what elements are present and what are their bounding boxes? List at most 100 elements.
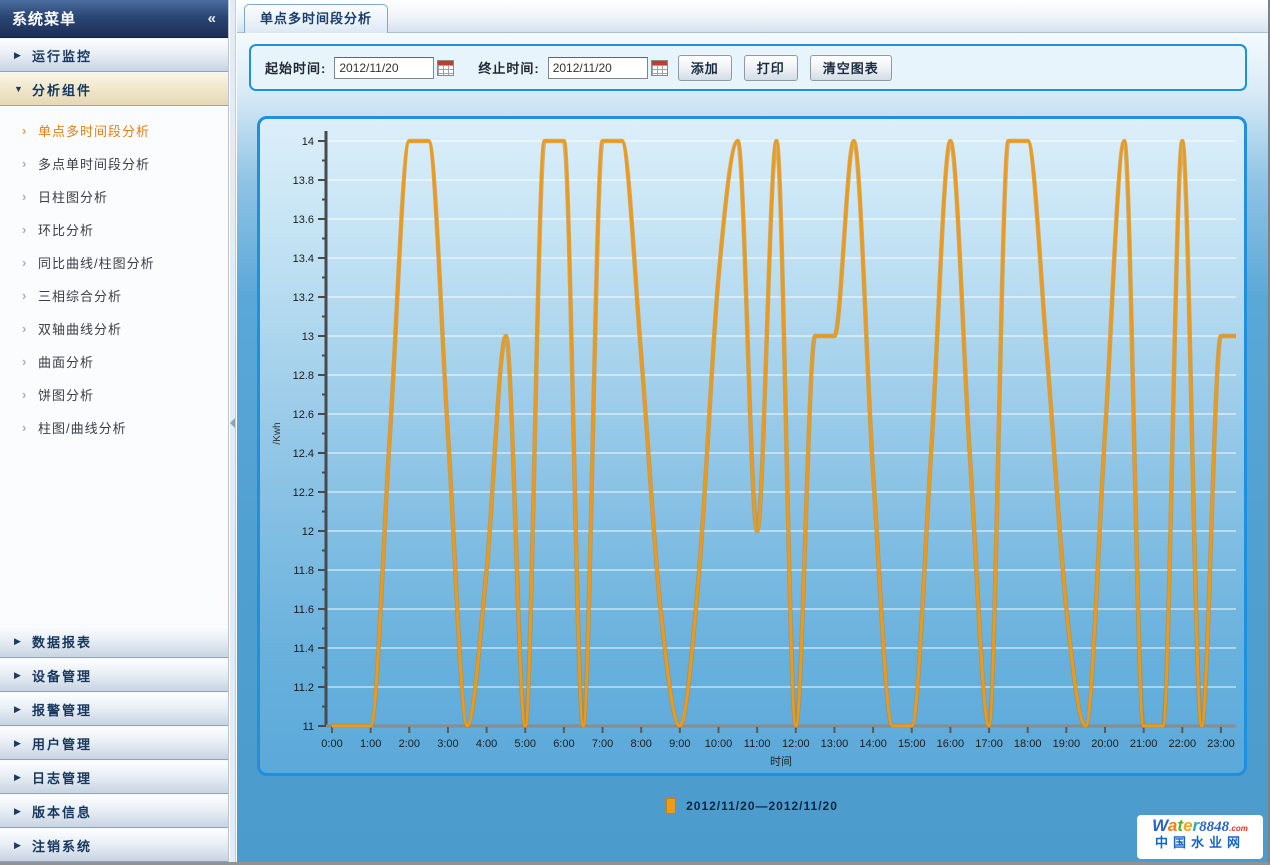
sidebar-section[interactable]: ▶报警管理	[0, 692, 228, 726]
add-button[interactable]: 添加	[678, 55, 732, 81]
svg-text:14:00: 14:00	[859, 738, 887, 750]
sidebar-section[interactable]: ▶设备管理	[0, 658, 228, 692]
sidebar-item[interactable]: ›三相综合分析	[0, 279, 228, 312]
svg-text:15:00: 15:00	[898, 738, 926, 750]
water8848-logo: Water8848.com 中国水业网	[1137, 815, 1263, 859]
sidebar-section-label: 分析组件	[32, 80, 92, 99]
logo-line1: Water8848.com	[1142, 816, 1258, 836]
chevron-right-icon: ›	[22, 423, 38, 433]
splitter-collapse-arrow-icon[interactable]	[230, 418, 235, 428]
sidebar-item[interactable]: ›环比分析	[0, 213, 228, 246]
svg-text:16:00: 16:00	[937, 738, 965, 750]
sidebar-section-label: 设备管理	[32, 666, 92, 685]
sidebar-section[interactable]: ▶数据报表	[0, 624, 228, 658]
svg-text:12.6: 12.6	[293, 409, 314, 421]
sidebar-section[interactable]: ▶运行监控	[0, 38, 228, 72]
sidebar-item-label: 日柱图分析	[38, 187, 108, 206]
sidebar-item[interactable]: ›饼图分析	[0, 378, 228, 411]
svg-text:13.4: 13.4	[293, 253, 314, 265]
sidebar-section-label: 运行监控	[32, 46, 92, 65]
sidebar-section-label: 数据报表	[32, 632, 92, 651]
svg-text:17:00: 17:00	[975, 738, 1003, 750]
sidebar-collapse-icon[interactable]: «	[208, 10, 216, 27]
print-button[interactable]: 打印	[744, 55, 798, 81]
calendar-icon[interactable]	[651, 60, 668, 76]
chevron-right-icon: ›	[22, 258, 38, 268]
sidebar-item-label: 柱图/曲线分析	[38, 418, 127, 437]
svg-text:14: 14	[302, 136, 314, 148]
sidebar-item-label: 环比分析	[38, 220, 94, 239]
svg-text:12.2: 12.2	[293, 487, 314, 499]
logo-letter: e	[1183, 816, 1192, 835]
sidebar-section[interactable]: ▶用户管理	[0, 726, 228, 760]
sidebar-item[interactable]: ›柱图/曲线分析	[0, 411, 228, 444]
calendar-icon[interactable]	[437, 60, 454, 76]
svg-text:11.6: 11.6	[293, 604, 314, 616]
sidebar-section-label: 报警管理	[32, 700, 92, 719]
chevron-right-icon: ›	[22, 126, 38, 136]
svg-text:11: 11	[303, 721, 314, 733]
svg-text:13.6: 13.6	[293, 214, 314, 226]
sidebar-item[interactable]: ›同比曲线/柱图分析	[0, 246, 228, 279]
triangle-right-icon: ▶	[14, 840, 32, 851]
svg-text:9:00: 9:00	[669, 738, 690, 750]
app-window: 系统菜单 « ▶运行监控▼分析组件 ›单点多时间段分析›多点单时间段分析›日柱图…	[0, 0, 1270, 865]
sidebar-splitter[interactable]	[230, 0, 236, 862]
sidebar-section[interactable]: ▼分析组件	[0, 72, 228, 106]
sidebar-item[interactable]: ›曲面分析	[0, 345, 228, 378]
sidebar-item[interactable]: ›多点单时间段分析	[0, 147, 228, 180]
end-time-input[interactable]	[548, 57, 648, 79]
triangle-right-icon: ▶	[14, 738, 32, 749]
tab-strip: 单点多时间段分析	[237, 0, 1268, 33]
sidebar-bottom-sections: ▶数据报表▶设备管理▶报警管理▶用户管理▶日志管理▶版本信息▶注销系统	[0, 624, 228, 862]
logo-8848-text: 8848	[1199, 819, 1229, 835]
sidebar-item[interactable]: ›单点多时间段分析	[0, 114, 228, 147]
clear-chart-button[interactable]: 清空图表	[810, 55, 892, 81]
logo-com-text: .com	[1229, 824, 1248, 833]
chevron-right-icon: ›	[22, 225, 38, 235]
sidebar: 系统菜单 « ▶运行监控▼分析组件 ›单点多时间段分析›多点单时间段分析›日柱图…	[0, 0, 229, 862]
svg-text:13: 13	[302, 331, 314, 343]
legend-swatch-icon	[666, 798, 676, 814]
svg-text:13.2: 13.2	[293, 292, 314, 304]
svg-text:时间: 时间	[770, 755, 792, 768]
svg-text:11.8: 11.8	[293, 565, 314, 577]
logo-letter: a	[1168, 816, 1177, 835]
sidebar-section[interactable]: ▶注销系统	[0, 828, 228, 862]
sidebar-section-label: 注销系统	[32, 836, 92, 855]
sidebar-item[interactable]: ›日柱图分析	[0, 180, 228, 213]
start-time-label: 起始时间:	[265, 58, 326, 77]
sidebar-item-label: 同比曲线/柱图分析	[38, 253, 155, 272]
svg-text:12: 12	[302, 526, 314, 538]
chart-panel: 1111.211.411.611.81212.212.412.612.81313…	[257, 116, 1247, 776]
triangle-right-icon: ▶	[14, 670, 32, 681]
svg-text:7:00: 7:00	[592, 738, 613, 750]
svg-text:13.8: 13.8	[293, 175, 314, 187]
svg-text:19:00: 19:00	[1053, 738, 1081, 750]
chevron-right-icon: ›	[22, 159, 38, 169]
svg-text:1:00: 1:00	[360, 738, 381, 750]
sidebar-item[interactable]: ›双轴曲线分析	[0, 312, 228, 345]
content-area: 起始时间: 终止时间: 添加 打印 清空图表 1111.211.411.611.…	[237, 33, 1268, 862]
triangle-right-icon: ▶	[14, 704, 32, 715]
end-time-label: 终止时间:	[478, 58, 539, 77]
triangle-right-icon: ▶	[14, 50, 32, 61]
svg-text:11.4: 11.4	[293, 643, 314, 655]
start-time-input[interactable]	[334, 57, 434, 79]
sidebar-header: 系统菜单 «	[0, 0, 228, 38]
tab-single-point-multi-period[interactable]: 单点多时间段分析	[244, 4, 388, 33]
chevron-right-icon: ›	[22, 357, 38, 367]
triangle-right-icon: ▶	[14, 806, 32, 817]
query-toolbar: 起始时间: 终止时间: 添加 打印 清空图表	[249, 44, 1247, 91]
sidebar-section[interactable]: ▶版本信息	[0, 794, 228, 828]
svg-text:13:00: 13:00	[821, 738, 849, 750]
svg-text:5:00: 5:00	[515, 738, 536, 750]
triangle-right-icon: ▶	[14, 636, 32, 647]
svg-text:11:00: 11:00	[744, 738, 771, 750]
sidebar-item-label: 单点多时间段分析	[38, 121, 150, 140]
sidebar-section-label: 日志管理	[32, 768, 92, 787]
main-area: 单点多时间段分析 起始时间: 终止时间: 添加 打印 清空图表 1111.211…	[237, 0, 1268, 862]
sidebar-section[interactable]: ▶日志管理	[0, 760, 228, 794]
chevron-right-icon: ›	[22, 291, 38, 301]
svg-text:23:00: 23:00	[1207, 738, 1235, 750]
